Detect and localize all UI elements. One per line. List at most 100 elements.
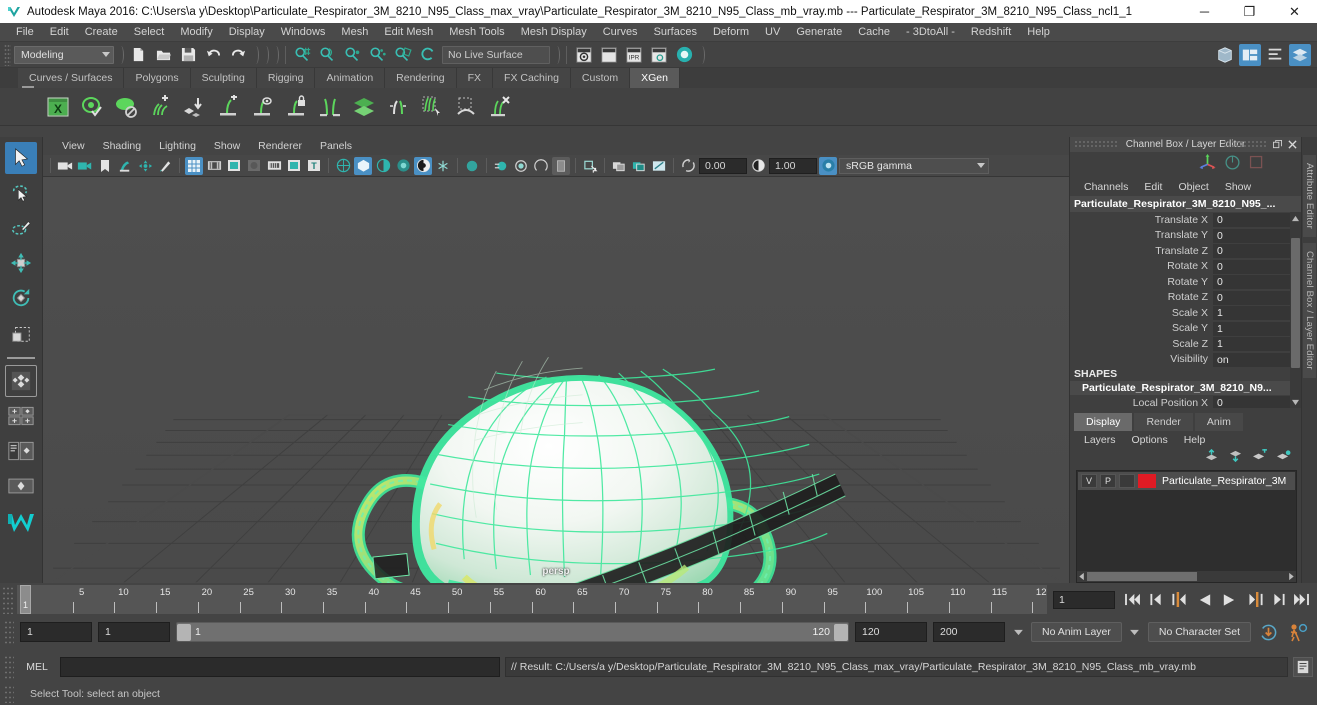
lasso-select-tool-icon[interactable] [5, 177, 37, 209]
scroll-right-icon[interactable] [1287, 568, 1295, 583]
single-persp-layout-icon[interactable] [5, 470, 37, 502]
xgen-select-guide-icon[interactable] [249, 94, 275, 120]
layer-color-swatch[interactable] [1138, 474, 1156, 488]
time-slider-ruler[interactable]: 1 5 10 15 20 25 30 35 40 45 50 55 60 65 70 75 80 85 90 95 1… [17, 585, 1047, 614]
xgen-editor-icon[interactable]: X [45, 94, 71, 120]
film-origin-icon[interactable] [265, 157, 283, 175]
rotate-axis-icon[interactable] [1224, 154, 1241, 176]
play-forwards-icon[interactable] [1219, 590, 1238, 610]
save-scene-icon[interactable] [177, 44, 199, 66]
attribute-value-field[interactable]: 0 [1213, 243, 1301, 259]
gamma-field[interactable]: 1.00 [769, 157, 817, 174]
step-forward-keyframe-icon[interactable] [1269, 590, 1288, 610]
safe-action-icon[interactable] [285, 157, 303, 175]
animation-preferences-icon[interactable] [1285, 622, 1311, 642]
create-new-layer-icon[interactable] [1252, 448, 1267, 467]
smooth-shade-icon[interactable] [354, 156, 372, 175]
layer-menu-layers[interactable]: Layers [1076, 433, 1124, 447]
shelf-tab-fx[interactable]: FX [456, 68, 494, 88]
layer-name[interactable]: Particulate_Respirator_3M [1159, 475, 1286, 487]
layer-tab-anim[interactable]: Anim [1194, 413, 1243, 431]
channel-box-menu-edit[interactable]: Edit [1136, 180, 1170, 194]
xgen-import-icon[interactable] [181, 94, 207, 120]
menu-item-redshift[interactable]: Redshift [963, 24, 1019, 40]
select-tool-icon[interactable] [5, 142, 37, 174]
time-slider-grip[interactable] [2, 585, 14, 614]
sidebar-toggle-icon[interactable] [1214, 44, 1236, 66]
make-live-icon[interactable] [417, 44, 439, 66]
lights-icon[interactable] [414, 156, 432, 175]
render-settings-icon[interactable]: IPR [623, 44, 645, 66]
xray-joints-icon[interactable] [610, 157, 628, 175]
range-left-handle[interactable] [177, 623, 191, 641]
xgen-add-description-icon[interactable] [147, 94, 173, 120]
range-slider-track[interactable]: 1 120 [176, 622, 849, 642]
go-to-end-icon[interactable] [1292, 590, 1311, 610]
time-slider-playhead[interactable]: 1 [20, 585, 31, 614]
shadows-icon[interactable] [434, 157, 452, 175]
attribute-value-field[interactable]: 0 [1213, 212, 1301, 228]
rotate-tool-icon[interactable] [5, 282, 37, 314]
resolution-gate-icon[interactable] [225, 157, 243, 175]
perspective-viewport[interactable]: y x z persp [43, 177, 1069, 583]
attribute-value-field[interactable]: 1 [1213, 305, 1301, 321]
render-view-icon[interactable] [673, 44, 695, 66]
snap-to-view-plane-icon[interactable] [392, 44, 414, 66]
uv-texture-editor-icon[interactable] [650, 157, 668, 175]
display-layer-list[interactable]: V P Particulate_Respirator_3M [1076, 470, 1297, 583]
step-back-keyframe-icon[interactable] [1146, 590, 1165, 610]
redo-icon[interactable] [227, 44, 249, 66]
attribute-value-field[interactable]: 1 [1213, 320, 1301, 336]
undock-icon[interactable] [1271, 139, 1284, 151]
snap-to-grid-icon[interactable] [292, 44, 314, 66]
menu-item-edit[interactable]: Edit [42, 24, 77, 40]
menu-item-create[interactable]: Create [77, 24, 126, 40]
viewport-menu-renderer[interactable]: Renderer [249, 139, 311, 153]
auto-keyframe-icon[interactable] [1257, 622, 1279, 642]
render-current-frame-icon[interactable] [573, 44, 595, 66]
animation-start-time-field[interactable]: 1 [20, 622, 92, 642]
panel-grip-left[interactable] [1074, 140, 1118, 149]
range-end-field[interactable]: 120 [855, 622, 927, 642]
grease-pencil-icon[interactable] [156, 157, 174, 175]
move-layer-down-icon[interactable] [1228, 449, 1243, 467]
attribute-value-field[interactable]: 0 [1213, 227, 1301, 243]
menu-item-3dtoall[interactable]: - 3DtoAll - [898, 24, 963, 40]
grid-toggle-icon[interactable] [185, 156, 203, 175]
play-backwards-icon[interactable] [1196, 590, 1215, 610]
layer-visibility-toggle[interactable]: V [1081, 474, 1097, 488]
current-frame-field[interactable]: 1 [1053, 590, 1115, 609]
menu-item-select[interactable]: Select [126, 24, 173, 40]
xgen-delete-guide-icon[interactable] [487, 94, 513, 120]
channel-box-menu-show[interactable]: Show [1217, 180, 1259, 194]
new-scene-icon[interactable] [127, 44, 149, 66]
xray-active-components-icon[interactable] [630, 157, 648, 175]
shelf-tab-polygons[interactable]: Polygons [124, 68, 191, 88]
shelf-tab-custom[interactable]: Custom [570, 68, 631, 88]
menu-item-windows[interactable]: Windows [273, 24, 334, 40]
attribute-value-field[interactable]: on [1213, 351, 1301, 367]
scroll-down-icon[interactable] [1290, 396, 1301, 408]
menu-item-uv[interactable]: UV [757, 24, 788, 40]
motion-blur-icon[interactable] [492, 157, 510, 175]
gamma-icon[interactable] [749, 157, 767, 175]
textured-icon[interactable] [394, 157, 412, 175]
tool-settings-toggle-icon[interactable] [1264, 44, 1286, 66]
shelf-tab-fx-caching[interactable]: FX Caching [493, 68, 571, 88]
shelf-tab-rigging[interactable]: Rigging [256, 68, 316, 88]
color-management-dropdown[interactable]: sRGB gamma [839, 157, 989, 174]
shaded-wireframe-icon[interactable] [374, 157, 392, 175]
minimize-button[interactable]: ─ [1182, 0, 1227, 23]
select-camera-icon[interactable] [56, 157, 74, 175]
film-gate-icon[interactable] [205, 157, 223, 175]
maximize-button[interactable]: ❐ [1227, 0, 1272, 23]
xgen-add-guide-icon[interactable] [215, 94, 241, 120]
scroll-up-icon[interactable] [1290, 212, 1301, 224]
scale-axis-icon[interactable] [1248, 154, 1265, 176]
attribute-value-field[interactable]: 0 [1213, 274, 1301, 290]
layer-menu-options[interactable]: Options [1124, 433, 1176, 447]
menu-item-curves[interactable]: Curves [595, 24, 646, 40]
attribute-value-field[interactable]: 0 [1213, 395, 1301, 408]
lock-camera-icon[interactable] [76, 157, 94, 175]
go-to-start-icon[interactable] [1123, 590, 1142, 610]
